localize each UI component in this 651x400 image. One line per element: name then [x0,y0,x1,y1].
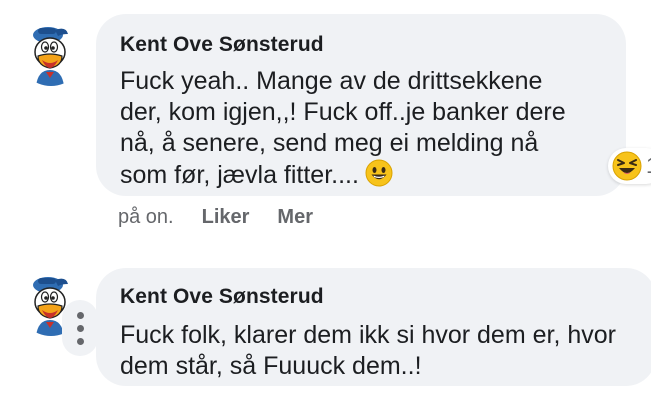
dot [76,311,84,319]
comment-author[interactable]: Kent Ove Sønsterud [120,32,602,58]
avatar[interactable] [18,20,84,86]
comment-text: Fuck folk, klarer dem ikk si hvor dem er… [120,321,616,380]
comment-author[interactable]: Kent Ove Sønsterud [120,284,632,310]
reaction-summary[interactable]: 1 [608,148,651,184]
more-button[interactable]: Mer [277,206,313,229]
comment-bubble: Kent Ove Sønsterud Fuck yeah.. Mange av … [96,14,626,196]
like-button[interactable]: Liker [202,206,250,229]
donald-duck-avatar-icon [18,20,84,86]
dot [76,337,84,345]
comment-bubble: Kent Ove Sønsterud Fuck folk, klarer dem… [96,268,651,386]
comment-actions: på on. Liker Mer [118,206,313,229]
comment: Kent Ove Sønsterud Fuck folk, klarer dem… [0,258,651,400]
reaction-count: 1 [646,153,651,179]
grinning-face-icon [365,159,393,187]
laughing-face-icon [612,151,642,181]
comment-timestamp[interactable]: på on. [118,206,174,229]
comment-text: Fuck yeah.. Mange av de drittsekkene der… [120,67,566,189]
more-options-icon[interactable] [62,300,98,356]
comment: Kent Ove Sønsterud Fuck yeah.. Mange av … [0,0,651,240]
dot [76,324,84,332]
